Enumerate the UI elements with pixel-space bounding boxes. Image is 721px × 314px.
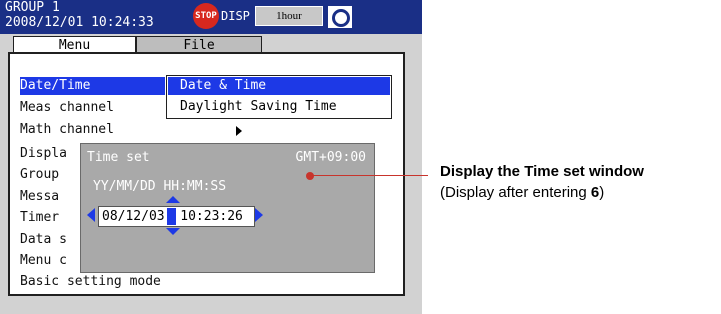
menu-item-meas-channel[interactable]: Meas channel — [20, 99, 160, 117]
device-screen: GROUP 1 2008/12/01 10:24:33 STOP DISP 1h… — [0, 0, 422, 314]
submenu-arrow-icon — [236, 126, 242, 136]
time-value: 08/12/03 10:23:26 — [102, 209, 243, 224]
menu-item-basic-setting-mode[interactable]: Basic setting mode — [20, 273, 220, 291]
submenu-item-date-time[interactable]: Date & Time — [168, 77, 390, 95]
cursor-left-icon[interactable] — [87, 208, 95, 222]
trend-interval-box: 1hour — [255, 6, 323, 26]
menu-item-date-time[interactable]: Date/Time — [20, 77, 165, 95]
current-datetime: 2008/12/01 10:24:33 — [5, 15, 154, 30]
timezone-label: GMT+09:00 — [295, 150, 366, 165]
callout-note-prefix: (Display after entering — [440, 184, 591, 201]
submenu: Date & Time Daylight Saving Time — [166, 75, 392, 119]
callout-line — [312, 175, 428, 176]
callout-title: Display the Time set window — [440, 163, 644, 180]
stop-icon: STOP — [193, 3, 219, 29]
time-set-window: Time set GMT+09:00 YY/MM/DD HH:MM:SS 08/… — [80, 143, 375, 273]
callout-note: (Display after entering 6) — [440, 184, 604, 201]
camera-icon — [326, 4, 354, 30]
callout-note-suffix: ) — [599, 184, 605, 201]
decrement-down-icon[interactable] — [166, 228, 180, 235]
submenu-item-daylight-saving[interactable]: Daylight Saving Time — [168, 98, 390, 116]
group-name: GROUP 1 — [5, 0, 60, 15]
cursor-right-icon[interactable] — [255, 208, 263, 222]
callout-dot — [306, 172, 314, 180]
increment-up-icon[interactable] — [166, 196, 180, 203]
time-input-field[interactable]: 08/12/03 10:23:26 — [98, 206, 255, 227]
status-bar: GROUP 1 2008/12/01 10:24:33 STOP DISP 1h… — [0, 0, 422, 34]
menu-item-math-channel[interactable]: Math channel — [20, 121, 160, 139]
date-format-label: YY/MM/DD HH:MM:SS — [93, 179, 227, 194]
time-set-title: Time set — [87, 150, 150, 165]
disp-label: DISP — [221, 9, 250, 23]
callout-note-key: 6 — [590, 184, 600, 201]
